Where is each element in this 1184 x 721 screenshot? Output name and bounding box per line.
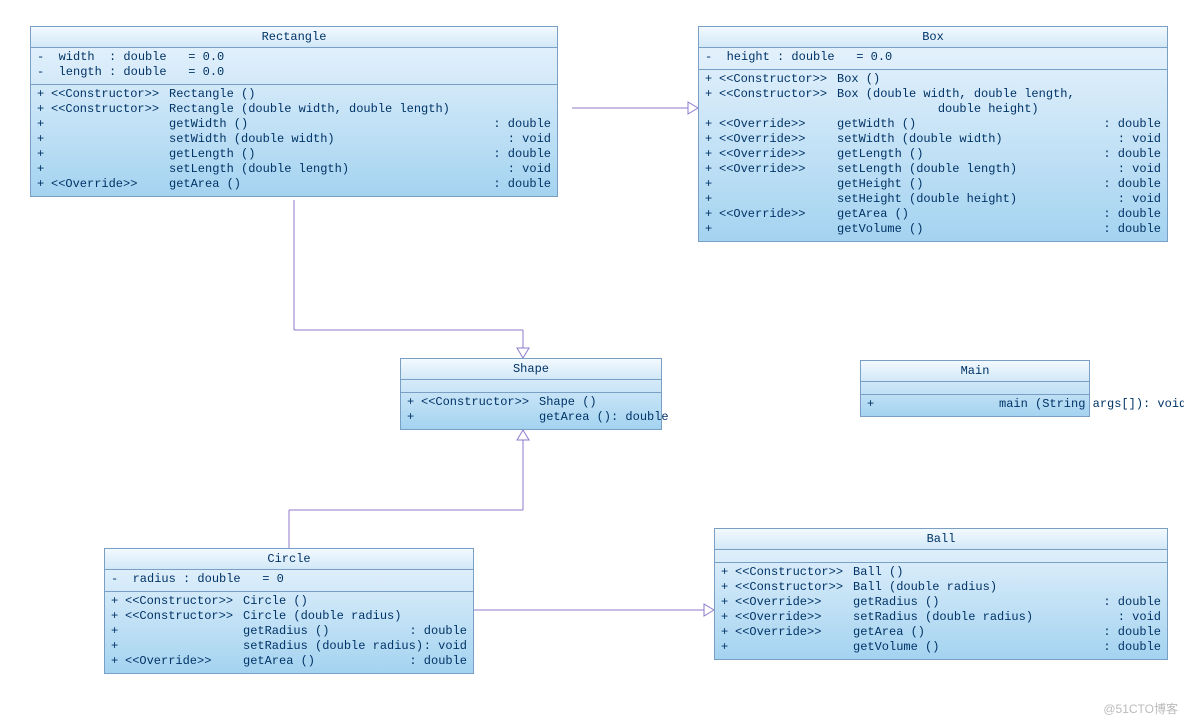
attributes-section: - height : double = 0.0 [699,48,1167,70]
methods-section: +<<Constructor>>Shape ()+getArea (): dou… [401,393,661,429]
method-row: +<<Constructor>>Ball () [721,565,1161,580]
method-row: +getRadius (): double [111,624,467,639]
class-main: Main +main (String args[]): void [860,360,1090,417]
attributes-section: - width : double = 0.0- length : double … [31,48,557,85]
method-row: +main (String args[]): void [867,397,1083,412]
class-title: Rectangle [31,27,557,48]
method-row: +setLength (double length): void [37,162,551,177]
class-shape: Shape +<<Constructor>>Shape ()+getArea ()… [400,358,662,430]
method-row: double height) [705,102,1161,117]
method-row: +<<Constructor>>Circle (double radius) [111,609,467,624]
methods-section: +<<Constructor>>Circle ()+<<Constructor>… [105,592,473,673]
method-row: +setRadius (double radius): void [111,639,467,654]
method-row: +<<Constructor>>Rectangle () [37,87,551,102]
method-row: +<<Constructor>>Box () [705,72,1161,87]
method-row: +<<Override>>getLength (): double [705,147,1161,162]
methods-section: +<<Constructor>>Ball ()+<<Constructor>>B… [715,563,1167,659]
method-row: +getLength (): double [37,147,551,162]
method-row: +<<Override>>setLength (double length): … [705,162,1161,177]
method-row: +setWidth (double width): void [37,132,551,147]
method-row: +<<Constructor>>Circle () [111,594,467,609]
attributes-section [715,550,1167,563]
method-row: +<<Override>>getArea (): double [111,654,467,669]
method-row: +<<Constructor>>Ball (double radius) [721,580,1161,595]
methods-section: +<<Constructor>>Box ()+<<Constructor>>Bo… [699,70,1167,241]
method-row: +getVolume (): double [705,222,1161,237]
method-row: +<<Constructor>>Box (double width, doubl… [705,87,1161,102]
attributes-section [401,380,661,393]
method-row: +<<Constructor>>Rectangle (double width,… [37,102,551,117]
class-circle: Circle - radius : double = 0 +<<Constructo… [104,548,474,674]
method-row: +<<Override>>getWidth (): double [705,117,1161,132]
watermark: @51CTO博客 [1103,700,1178,717]
methods-section: +<<Constructor>>Rectangle ()+<<Construct… [31,85,557,196]
attribute-row: - height : double = 0.0 [705,50,1161,65]
attribute-row: - radius : double = 0 [111,572,467,587]
method-row: +<<Override>>setWidth (double width): vo… [705,132,1161,147]
method-row: +setHeight (double height): void [705,192,1161,207]
method-row: +<<Override>>getArea (): double [705,207,1161,222]
class-title: Main [861,361,1089,382]
method-row: +getVolume (): double [721,640,1161,655]
method-row: +getArea (): double [407,410,655,425]
method-row: +<<Override>>setRadius (double radius): … [721,610,1161,625]
attribute-row: - width : double = 0.0 [37,50,551,65]
methods-section: +main (String args[]): void [861,395,1089,416]
method-row: +getHeight (): double [705,177,1161,192]
class-box: Box - height : double = 0.0 +<<Constructor… [698,26,1168,242]
method-row: +<<Override>>getRadius (): double [721,595,1161,610]
attributes-section: - radius : double = 0 [105,570,473,592]
class-title: Circle [105,549,473,570]
class-rectangle: Rectangle- width : double = 0.0- length … [30,26,558,197]
class-title: Shape [401,359,661,380]
method-row: +<<Override>>getArea (): double [37,177,551,192]
method-row: +<<Override>>getArea (): double [721,625,1161,640]
uml-diagram: { "watermark":"@51CTO博客", "classes":{ "r… [0,0,1184,721]
attributes-section [861,382,1089,395]
class-title: Box [699,27,1167,48]
attribute-row: - length : double = 0.0 [37,65,551,80]
class-title: Ball [715,529,1167,550]
method-row: +<<Constructor>>Shape () [407,395,655,410]
class-ball: Ball +<<Constructor>>Ball ()+<<Constructo… [714,528,1168,660]
method-row: +getWidth (): double [37,117,551,132]
